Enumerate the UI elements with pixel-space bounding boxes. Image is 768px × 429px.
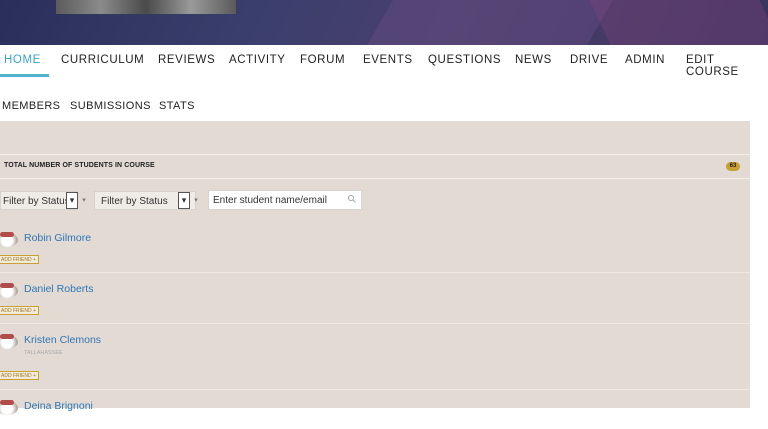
course-header-banner [0, 0, 768, 45]
subnav-stats[interactable]: STATS [159, 100, 195, 112]
member-row: Deina Brignoni [0, 389, 750, 429]
nav-reviews[interactable]: REVIEWS [158, 54, 215, 66]
student-search-placeholder: Enter student name/email [213, 195, 327, 206]
right-gutter [750, 121, 768, 408]
member-name-link[interactable]: Deina Brignoni [24, 400, 93, 412]
add-friend-button[interactable]: ADD FRIEND + [0, 255, 39, 264]
search-icon [347, 194, 356, 203]
nav-edit-course[interactable]: EDIT COURSE [686, 54, 768, 78]
status-filter-2[interactable]: Filter by Status ▾ ▾ [94, 191, 204, 210]
members-panel: TOTAL NUMBER OF STUDENTS IN COURSE 63 Fi… [0, 121, 750, 415]
add-friend-button[interactable]: ADD FRIEND + [0, 371, 39, 380]
nav-drive[interactable]: DRIVE [570, 54, 608, 66]
chevron-down-icon[interactable]: ▾ [78, 191, 90, 210]
member-row: Daniel Roberts ADD FRIEND + [0, 272, 750, 324]
avatar[interactable] [0, 400, 18, 415]
avatar[interactable] [0, 283, 18, 298]
chevron-down-icon[interactable]: ▾ [190, 191, 202, 210]
member-name-link[interactable]: Robin Gilmore [24, 232, 91, 244]
member-row: Robin Gilmore ADD FRIEND + [0, 221, 750, 273]
avatar[interactable] [0, 232, 18, 247]
member-name-link[interactable]: Kristen Clemons [24, 334, 101, 346]
student-total-label: TOTAL NUMBER OF STUDENTS IN COURSE [4, 162, 155, 169]
nav-activity[interactable]: ACTIVITY [229, 54, 286, 66]
member-name-link[interactable]: Daniel Roberts [24, 283, 93, 295]
status-filter-1[interactable]: Filter by Status ▾ ▾ [0, 191, 90, 210]
subnav-members[interactable]: MEMBERS [2, 100, 60, 112]
nav-admin[interactable]: ADMIN [625, 54, 665, 66]
student-total-row: TOTAL NUMBER OF STUDENTS IN COURSE 63 [0, 154, 750, 179]
member-row: Kristen Clemons TALLAHASSEE ADD FRIEND + [0, 323, 750, 390]
nav-news[interactable]: NEWS [515, 54, 552, 66]
add-friend-button[interactable]: ADD FRIEND + [0, 306, 39, 315]
status-filter-2-select[interactable]: ▾ [178, 192, 190, 209]
member-location: TALLAHASSEE [24, 350, 63, 356]
course-header-image [56, 0, 236, 14]
nav-questions[interactable]: QUESTIONS [428, 54, 501, 66]
student-count-badge: 63 [726, 162, 740, 171]
student-search-input[interactable]: Enter student name/email [208, 190, 362, 210]
nav-events[interactable]: EVENTS [363, 54, 413, 66]
nav-forum[interactable]: FORUM [300, 54, 345, 66]
status-filter-1-select[interactable]: ▾ [66, 192, 78, 209]
avatar[interactable] [0, 334, 18, 349]
status-filter-2-label: Filter by Status [101, 196, 168, 207]
subnav-submissions[interactable]: SUBMISSIONS [70, 100, 151, 112]
nav-home[interactable]: HOME [4, 54, 41, 66]
header-decor-shape [367, 0, 613, 45]
nav-curriculum[interactable]: CURRICULUM [61, 54, 144, 66]
members-subnav: MEMBERS SUBMISSIONS STATS [0, 77, 768, 121]
course-nav: HOME CURRICULUM REVIEWS ACTIVITY FORUM E… [0, 45, 768, 78]
status-filter-1-label: Filter by Status [3, 196, 70, 207]
header-decor-shape [589, 0, 768, 45]
